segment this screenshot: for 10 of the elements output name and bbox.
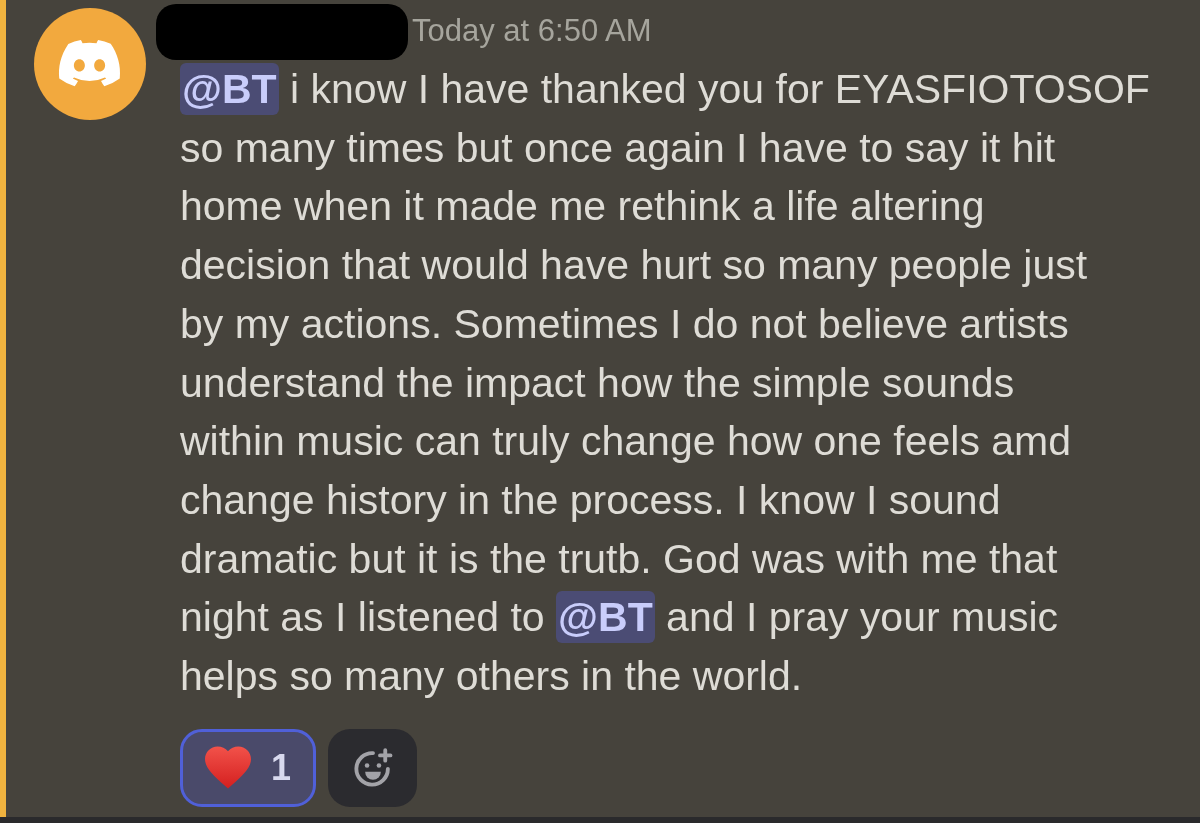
timestamp: Today at 6:50 AM	[412, 12, 652, 51]
avatar-icon[interactable]	[34, 8, 146, 120]
reaction-count: 1	[271, 749, 292, 786]
message-text: @BT i know I have thanked you for EYASFIOTOSOF so many times but once again I have to say it hit home when it made me rethink a life altering decision that would have hurt so many people just by my actions. Sometimes I do not believe artists understand the impact how the simple sounds within music can truly change how one feels amd change history in the process. I know I sound dramatic but it is the trutb. God was with me that night as I listened to @BT and I pray your music helps so many others in the world.	[180, 60, 1150, 706]
heart-icon	[205, 746, 251, 790]
reaction-button[interactable]: 1	[180, 728, 317, 807]
user-mention[interactable]: @BT	[556, 591, 655, 644]
add-reaction-button[interactable]	[328, 728, 418, 807]
user-mention[interactable]: @BT	[180, 63, 279, 115]
add-emoji-icon	[351, 746, 394, 789]
